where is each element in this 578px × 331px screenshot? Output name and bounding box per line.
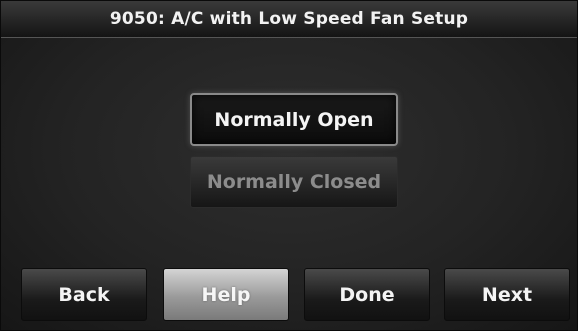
done-button[interactable]: Done (304, 268, 430, 321)
next-button[interactable]: Next (444, 268, 570, 321)
next-button-label: Next (481, 283, 533, 306)
done-button-label: Done (339, 283, 395, 306)
back-button-label: Back (58, 283, 110, 306)
screen-title: 9050: A/C with Low Speed Fan Setup (109, 9, 469, 29)
help-button[interactable]: Help (163, 268, 289, 321)
title-bar: 9050: A/C with Low Speed Fan Setup (1, 1, 577, 38)
normally-closed-label: Normally Closed (206, 171, 382, 193)
help-button-label: Help (201, 283, 251, 306)
back-button[interactable]: Back (21, 268, 147, 321)
normally-closed-option[interactable]: Normally Closed (190, 156, 398, 208)
normally-open-option[interactable]: Normally Open (190, 93, 398, 146)
normally-open-label: Normally Open (214, 108, 374, 131)
thermostat-screen: 9050: A/C with Low Speed Fan Setup Norma… (0, 0, 578, 331)
